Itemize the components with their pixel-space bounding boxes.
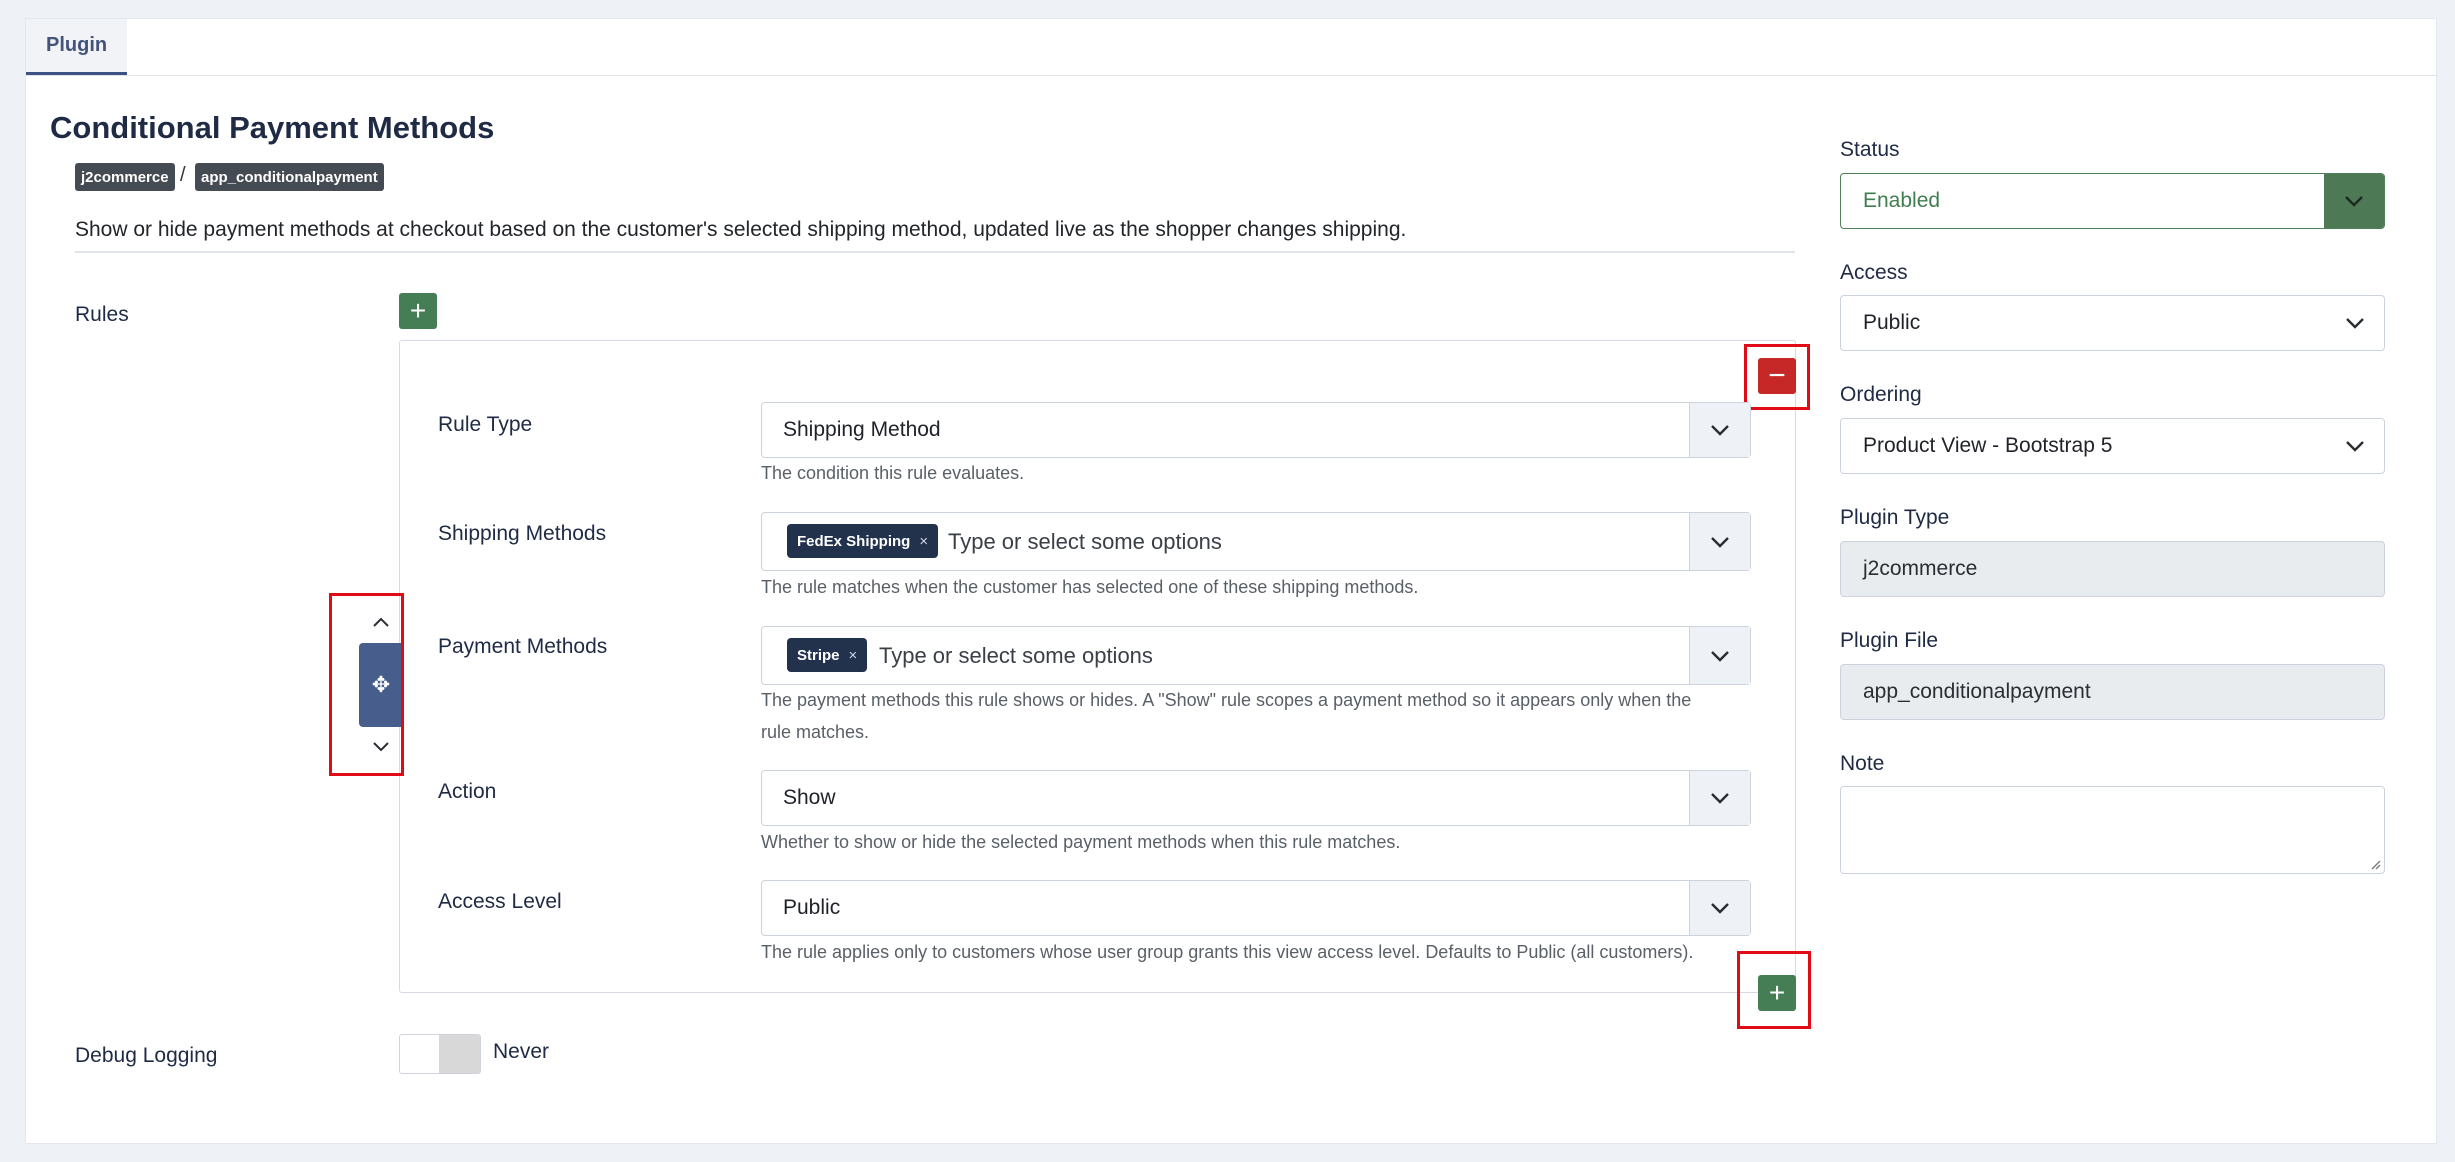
chip-label: FedEx Shipping (797, 532, 911, 550)
chevron-down-icon (2324, 174, 2384, 228)
highlight-remove-button (1744, 344, 1810, 410)
access-level-help: The rule applies only to customers whose… (761, 942, 1694, 962)
ordering-value: Product View - Bootstrap 5 (1863, 434, 2113, 457)
action-value: Show (783, 786, 836, 809)
highlight-add-button (1737, 951, 1811, 1029)
payment-methods-help-line1: The payment methods this rule shows or h… (761, 690, 1692, 710)
debug-logging-value: Never (493, 1040, 550, 1063)
plugin-file-field: app_conditionalpayment (1840, 664, 2385, 720)
access-value: Public (1863, 311, 1921, 334)
payment-methods-placeholder[interactable]: Type or select some options (879, 627, 1153, 684)
plus-icon: + (409, 295, 427, 326)
badge-plugin-element: app_conditionalpayment (195, 163, 384, 191)
debug-logging-toggle[interactable] (399, 1034, 481, 1074)
badge-plugin-group: j2commerce (75, 163, 175, 191)
payment-methods-multiselect[interactable]: Stripe × Type or select some options (761, 626, 1751, 685)
ordering-select[interactable]: Product View - Bootstrap 5 (1840, 418, 2385, 474)
chip-stripe: Stripe × (787, 638, 868, 672)
divider (75, 251, 1795, 253)
action-select[interactable]: Show (761, 770, 1751, 826)
plugin-type-field: j2commerce (1840, 541, 2385, 597)
chevron-down-icon (1689, 403, 1750, 457)
close-icon[interactable]: × (919, 533, 928, 550)
rule-type-label: Rule Type (438, 413, 533, 436)
payment-methods-label: Payment Methods (438, 635, 608, 658)
chevron-down-icon (1689, 771, 1750, 825)
tab-plugin[interactable]: Plugin (26, 19, 128, 75)
plugin-description: Show or hide payment methods at checkout… (75, 218, 1407, 241)
shipping-methods-help: The rule matches when the customer has s… (761, 577, 1419, 597)
access-level-value: Public (783, 896, 841, 919)
chip-label: Stripe (797, 646, 840, 664)
note-label: Note (1840, 752, 1885, 775)
rules-label: Rules (75, 303, 129, 326)
status-value: Enabled (1863, 189, 1941, 212)
badge-separator: / (180, 164, 186, 186)
shipping-methods-label: Shipping Methods (438, 522, 607, 545)
action-help: Whether to show or hide the selected pay… (761, 832, 1401, 852)
plugin-file-label: Plugin File (1840, 629, 1939, 652)
action-label: Action (438, 780, 497, 803)
chevron-down-icon (1689, 513, 1750, 570)
page-title: Conditional Payment Methods (50, 110, 495, 145)
plugin-type-value: j2commerce (1863, 557, 1978, 580)
access-level-label: Access Level (438, 890, 562, 913)
close-icon[interactable]: × (849, 647, 858, 664)
highlight-move-handle (329, 593, 404, 776)
chevron-down-icon (1689, 627, 1750, 684)
rule-type-help: The condition this rule evaluates. (761, 463, 1025, 483)
access-select[interactable]: Public (1840, 295, 2385, 351)
tab-bar: Plugin (26, 19, 2436, 76)
resize-handle-icon[interactable] (2369, 858, 2381, 870)
access-label: Access (1840, 261, 1908, 284)
debug-logging-label: Debug Logging (75, 1044, 218, 1067)
chevron-down-icon (2326, 419, 2384, 473)
chip-fedex-shipping: FedEx Shipping × (787, 524, 939, 558)
payment-methods-help-line2: rule matches. (761, 722, 870, 742)
ordering-label: Ordering (1840, 383, 1922, 406)
note-textarea[interactable] (1840, 786, 2385, 874)
plugin-file-value: app_conditionalpayment (1863, 680, 2091, 703)
status-select[interactable]: Enabled (1840, 173, 2385, 229)
shipping-methods-placeholder[interactable]: Type or select some options (948, 513, 1222, 570)
toggle-knob (439, 1035, 480, 1073)
rule-type-select[interactable]: Shipping Method (761, 402, 1751, 458)
rule-type-value: Shipping Method (783, 418, 941, 441)
access-level-select[interactable]: Public (761, 880, 1751, 936)
chevron-down-icon (1689, 881, 1750, 935)
add-rule-top-button[interactable]: + (399, 293, 437, 329)
plugin-type-label: Plugin Type (1840, 506, 1950, 529)
chevron-down-icon (2326, 296, 2384, 350)
status-label: Status (1840, 138, 1900, 161)
shipping-methods-multiselect[interactable]: FedEx Shipping × Type or select some opti… (761, 512, 1751, 571)
